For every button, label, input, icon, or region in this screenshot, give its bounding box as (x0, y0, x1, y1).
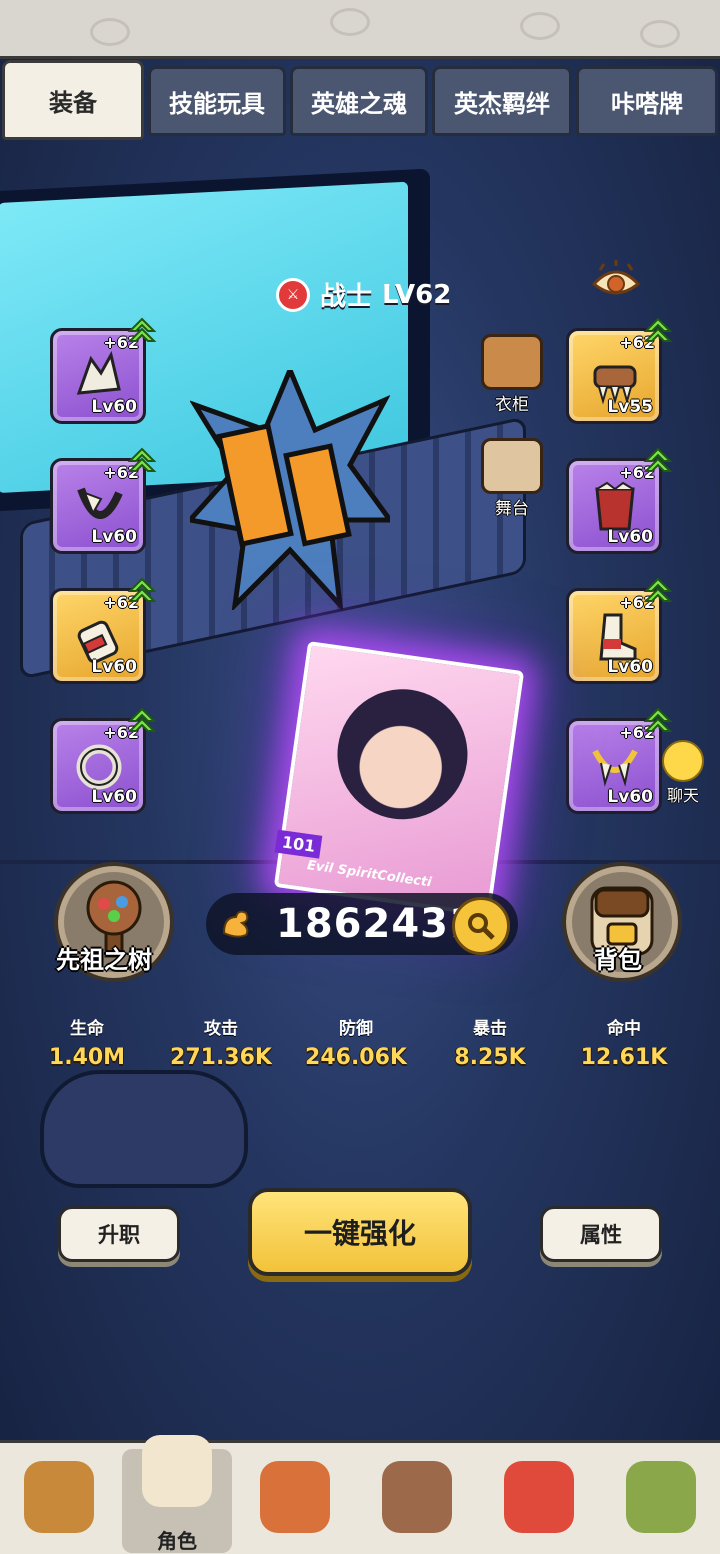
nav-hero-6[interactable] (606, 1449, 716, 1553)
nav-label: 角色 (157, 1529, 197, 1553)
upgrade-arrow-icon (643, 707, 673, 732)
slot-item-level: Lv55 (607, 397, 653, 417)
slot-item-level: Lv60 (91, 397, 137, 417)
wardrobe-icon (481, 334, 543, 390)
upgrade-arrow-icon (127, 317, 157, 342)
power-detail-button[interactable] (452, 897, 510, 955)
card-tag: Evil SpiritCollecti (306, 858, 433, 891)
stat-value: 8.25K (454, 1045, 526, 1070)
stat-value: 246.06K (305, 1045, 407, 1070)
bearded-hero-icon (382, 1461, 452, 1533)
tab-equipment[interactable]: 装备 (2, 60, 144, 140)
dino-hero-icon (504, 1461, 574, 1533)
stat-name: 防御 (339, 1019, 373, 1039)
swirl-decor-icon (640, 20, 680, 48)
chat-button[interactable]: 聊天 (648, 740, 718, 806)
slot-item-level: Lv60 (607, 657, 653, 677)
stage-icon (481, 438, 543, 494)
upgrade-arrow-icon (127, 707, 157, 732)
stat-name: 命中 (607, 1019, 641, 1039)
rank-emblem-icon (190, 370, 390, 610)
nav-hero-1[interactable] (4, 1449, 114, 1553)
slot-item-level: Lv60 (91, 787, 137, 807)
eye-icon[interactable] (590, 260, 642, 302)
caveman-hero-icon (24, 1461, 94, 1533)
upgrade-arrow-icon (127, 447, 157, 472)
smiley-chat-icon (662, 740, 704, 782)
equip-slot-left-2[interactable]: +62 Lv60 (50, 447, 157, 554)
tab-skill-toys[interactable]: 技能玩具 (148, 66, 286, 136)
slot-item-level: Lv60 (607, 787, 653, 807)
class-name: 战士 (320, 282, 373, 312)
upgrade-arrow-icon (127, 577, 157, 602)
stat-attack: 攻击 271.36K (161, 1014, 281, 1070)
stat-accuracy: 命中 12.61K (564, 1014, 684, 1070)
swirl-decor-icon (330, 8, 370, 36)
combat-power-value: 1862431 (276, 901, 478, 947)
equip-slot-left-1[interactable]: +62 Lv60 (50, 317, 157, 424)
game-scene: 装备 技能玩具 英雄之魂 英杰羁绊 咔嗒牌 ⚔ 战士 LV62 +62 Lv60… (0, 0, 720, 1554)
stat-value: 1.40M (48, 1045, 126, 1070)
tiki-hero-icon (626, 1461, 696, 1533)
hero-class-label: ⚔ 战士 LV62 (276, 276, 451, 313)
stat-defense: 防御 246.06K (296, 1014, 416, 1070)
warrior-class-icon: ⚔ (276, 277, 310, 312)
attributes-button[interactable]: 属性 (540, 1206, 662, 1262)
equip-slot-right-3[interactable]: +62 Lv60 (566, 577, 673, 684)
card-number: 101 (274, 829, 323, 859)
hero-level: LV62 (382, 279, 452, 310)
stat-value: 271.36K (170, 1045, 272, 1070)
bag-label: 背包 (594, 946, 642, 974)
gamepad-decor (40, 1070, 248, 1188)
chat-label: 聊天 (666, 786, 699, 805)
promote-button[interactable]: 升职 (58, 1206, 180, 1262)
nav-hero-3[interactable] (240, 1449, 350, 1553)
ancestor-tree-label: 先祖之树 (56, 946, 152, 974)
hero-card[interactable]: 101 Evil SpiritCollecti (273, 641, 525, 917)
category-tabs: 装备 技能玩具 英雄之魂 英杰羁绊 咔嗒牌 (0, 56, 720, 140)
tab-click-cards[interactable]: 咔嗒牌 (576, 66, 718, 136)
equip-slot-left-3[interactable]: +62 Lv60 (50, 577, 157, 684)
bottom-nav: 角色 (0, 1435, 720, 1554)
stage-button[interactable]: 舞台 (472, 438, 552, 519)
nav-hero-5[interactable] (484, 1449, 594, 1553)
slot-item-level: Lv60 (91, 657, 137, 677)
equip-slot-right-2[interactable]: +62 Lv60 (566, 447, 673, 554)
upgrade-all-button[interactable]: 一键强化 (248, 1188, 472, 1276)
equip-slot-right-1[interactable]: +62 Lv55 (566, 317, 673, 424)
nav-hero-4[interactable] (362, 1449, 472, 1553)
magnifier-icon (468, 913, 495, 940)
stat-crit: 暴击 8.25K (430, 1014, 550, 1070)
combat-power-panel: 1862431 (206, 893, 518, 955)
tab-hero-soul[interactable]: 英雄之魂 (290, 66, 428, 136)
tab-hero-bond[interactable]: 英杰羁绊 (432, 66, 572, 136)
swirl-decor-icon (90, 18, 130, 46)
stage-label: 舞台 (495, 499, 529, 519)
slot-item-level: Lv60 (607, 527, 653, 547)
stat-name: 暴击 (473, 1019, 507, 1039)
stat-name: 攻击 (204, 1019, 238, 1039)
equip-slot-left-4[interactable]: +62 Lv60 (50, 707, 157, 814)
nav-character[interactable]: 角色 (122, 1435, 232, 1553)
upgrade-arrow-icon (643, 577, 673, 602)
wardrobe-label: 衣柜 (495, 395, 529, 415)
wardrobe-button[interactable]: 衣柜 (472, 334, 552, 415)
upgrade-arrow-icon (643, 317, 673, 342)
stat-value: 12.61K (580, 1045, 668, 1070)
feather-hero-icon (260, 1461, 330, 1533)
character-hero-icon (142, 1435, 212, 1507)
hero-portrait (329, 680, 476, 828)
stat-hp: 生命 1.40M (27, 1014, 147, 1070)
top-decor-bar (0, 0, 720, 59)
muscle-arm-icon (222, 910, 249, 938)
upgrade-arrow-icon (643, 447, 673, 472)
stat-name: 生命 (70, 1019, 104, 1039)
slot-item-level: Lv60 (91, 527, 137, 547)
swirl-decor-icon (520, 12, 560, 40)
